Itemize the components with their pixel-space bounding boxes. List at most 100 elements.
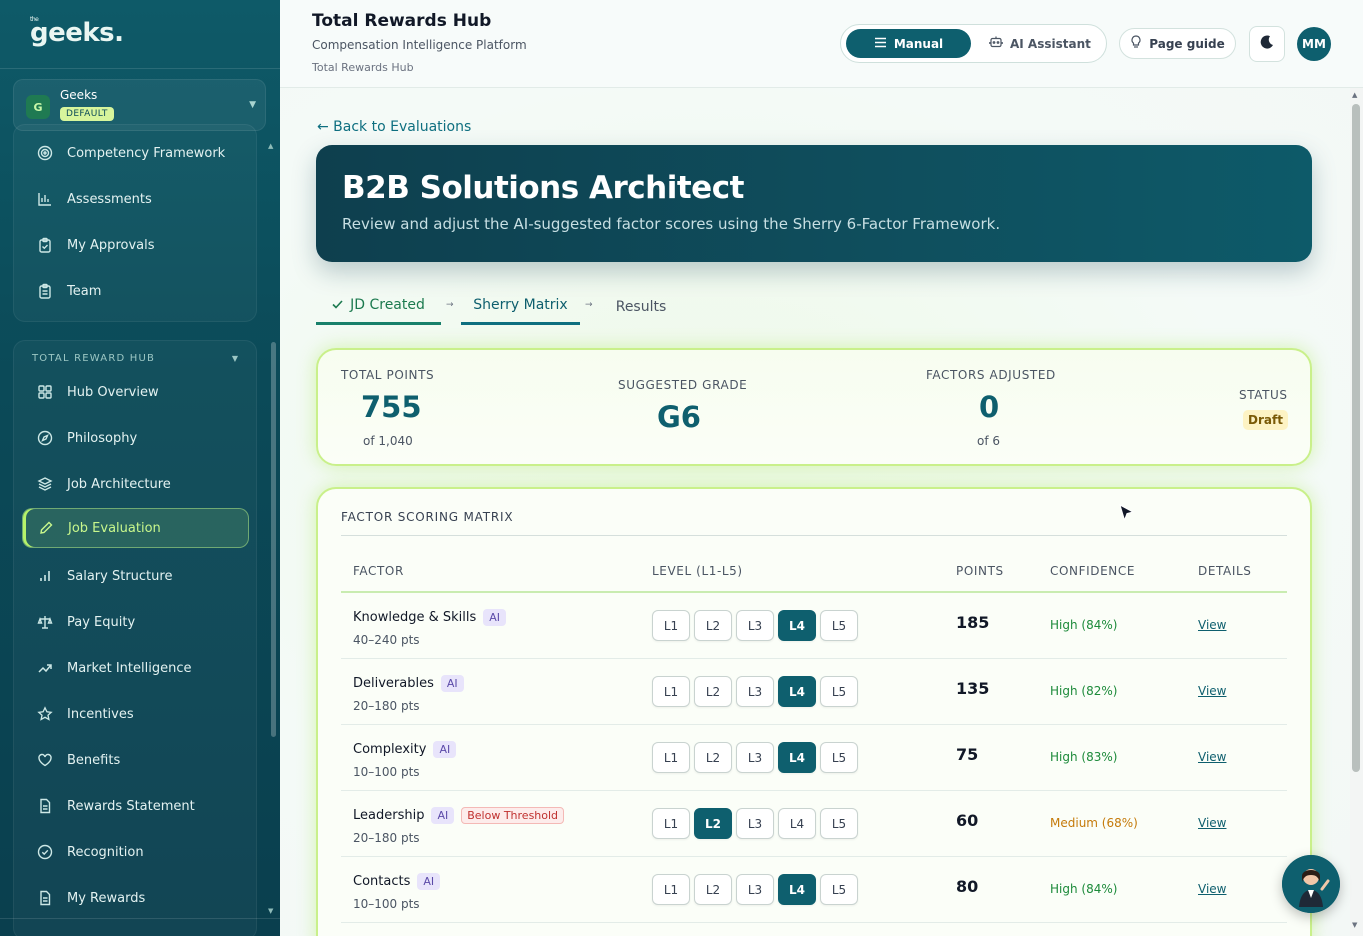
level-button-l3[interactable]: L3 [736, 610, 774, 641]
factor-points: 75 [956, 745, 979, 764]
level-button-l2[interactable]: L2 [694, 610, 732, 641]
factor-label: Deliverables [353, 676, 434, 691]
assistant-chat-button[interactable] [1282, 855, 1340, 913]
sidebar-item-benefits[interactable]: Benefits [22, 740, 249, 780]
tab-jd-created[interactable]: JD Created [316, 288, 441, 325]
level-selector: L1 L2 L3 L4 L5 [652, 676, 858, 707]
page-guide-button[interactable]: Page guide [1119, 28, 1236, 59]
sidebar-item-label: Market Intelligence [67, 660, 192, 676]
sidebar-item-my-approvals[interactable]: My Approvals [22, 225, 249, 265]
status-label: STATUS [1239, 388, 1288, 402]
sidebar-item-label: Assessments [67, 191, 152, 207]
level-button-l3[interactable]: L3 [736, 808, 774, 839]
progress-tabs: JD Created → Sherry Matrix → Results [316, 288, 716, 328]
level-button-l5[interactable]: L5 [820, 874, 858, 905]
sidebar-item-team[interactable]: Team [22, 271, 249, 311]
sidebar-item-hub-overview[interactable]: Hub Overview [22, 372, 249, 412]
pencil-icon [38, 520, 54, 536]
view-details-link[interactable]: View [1198, 684, 1226, 698]
column-header-points: POINTS [956, 564, 1004, 578]
grid-icon [37, 384, 53, 400]
manual-mode-button[interactable]: Manual [846, 29, 971, 58]
level-button-l2[interactable]: L2 [694, 808, 732, 839]
sidebar-item-incentives[interactable]: Incentives [22, 694, 249, 734]
sidebar-item-rewards-statement[interactable]: Rewards Statement [22, 786, 249, 826]
menu-icon [874, 37, 887, 51]
level-button-l2[interactable]: L2 [694, 874, 732, 905]
level-button-l5[interactable]: L5 [820, 676, 858, 707]
sidebar-item-recognition[interactable]: Recognition [22, 832, 249, 872]
factor-name: Complexity AI [353, 741, 457, 758]
total-points-label: TOTAL POINTS [341, 368, 435, 382]
level-button-l4[interactable]: L4 [778, 874, 816, 905]
scroll-up-icon[interactable]: ▲ [1352, 91, 1357, 99]
tab-sherry-matrix[interactable]: Sherry Matrix [461, 288, 580, 325]
sidebar-item-assessments[interactable]: Assessments [22, 179, 249, 219]
sidebar-item-philosophy[interactable]: Philosophy [22, 418, 249, 458]
confidence-value: High (84%) [1050, 882, 1118, 896]
main-scrollbar-thumb[interactable] [1352, 104, 1360, 772]
moon-icon [1258, 33, 1276, 55]
signal-bars-icon [37, 568, 53, 584]
level-button-l4[interactable]: L4 [778, 742, 816, 773]
sidebar-item-job-architecture[interactable]: Job Architecture [22, 464, 249, 504]
org-avatar: G [26, 95, 50, 119]
page-title: Total Rewards Hub [312, 11, 492, 31]
ai-assistant-mode-button[interactable]: AI Assistant [989, 29, 1094, 58]
sidebar-item-pay-equity[interactable]: Pay Equity [22, 602, 249, 642]
theme-toggle-button[interactable] [1249, 26, 1285, 62]
level-button-l1[interactable]: L1 [652, 874, 690, 905]
chevron-down-icon[interactable]: ▼ [232, 354, 238, 363]
level-button-l4[interactable]: L4 [778, 676, 816, 707]
sidebar-scrollbar[interactable] [271, 342, 276, 737]
user-avatar[interactable]: MM [1297, 27, 1331, 61]
level-button-l5[interactable]: L5 [820, 808, 858, 839]
sidebar-scroll-down-icon[interactable]: ▼ [268, 907, 273, 915]
clipboard-list-icon [37, 283, 53, 299]
level-button-l5[interactable]: L5 [820, 610, 858, 641]
level-button-l4[interactable]: L4 [778, 808, 816, 839]
level-button-l3[interactable]: L3 [736, 874, 774, 905]
sidebar-item-competency-framework[interactable]: Competency Framework [22, 133, 249, 173]
view-details-link[interactable]: View [1198, 750, 1226, 764]
top-header: Total Rewards Hub Compensation Intellige… [280, 0, 1363, 88]
job-title: B2B Solutions Architect [342, 170, 744, 206]
level-selector: L1 L2 L3 L4 L5 [652, 742, 858, 773]
view-details-link[interactable]: View [1198, 882, 1226, 896]
factor-name: Contacts AI [353, 873, 441, 890]
level-button-l5[interactable]: L5 [820, 742, 858, 773]
level-button-l1[interactable]: L1 [652, 610, 690, 641]
sidebar-item-label: Job Evaluation [68, 520, 161, 536]
sidebar-item-market-intelligence[interactable]: Market Intelligence [22, 648, 249, 688]
view-details-link[interactable]: View [1198, 618, 1226, 632]
breadcrumb[interactable]: Total Rewards Hub [312, 61, 414, 74]
total-points-max: of 1,040 [363, 434, 413, 448]
level-selector: L1 L2 L3 L4 L5 [652, 808, 858, 839]
level-button-l1[interactable]: L1 [652, 742, 690, 773]
back-to-evaluations-link[interactable]: ← Back to Evaluations [317, 119, 471, 135]
sidebar-item-my-rewards[interactable]: My Rewards [22, 878, 249, 918]
sidebar-item-label: Team [67, 283, 102, 299]
tab-results[interactable]: Results [606, 288, 676, 325]
level-button-l3[interactable]: L3 [736, 742, 774, 773]
ai-badge: AI [417, 873, 441, 890]
hero-banner: B2B Solutions Architect Review and adjus… [316, 145, 1312, 262]
level-button-l4[interactable]: L4 [778, 610, 816, 641]
level-button-l2[interactable]: L2 [694, 676, 732, 707]
sidebar-item-label: Competency Framework [67, 145, 226, 161]
level-button-l1[interactable]: L1 [652, 808, 690, 839]
level-selector: L1 L2 L3 L4 L5 [652, 610, 858, 641]
scroll-down-icon[interactable]: ▼ [1352, 921, 1357, 929]
sidebar-scroll-up-icon[interactable]: ▲ [268, 142, 273, 150]
sidebar-item-salary-structure[interactable]: Salary Structure [22, 556, 249, 596]
level-button-l1[interactable]: L1 [652, 676, 690, 707]
view-details-link[interactable]: View [1198, 816, 1226, 830]
level-button-l2[interactable]: L2 [694, 742, 732, 773]
app-logo[interactable]: the geeks. [30, 16, 124, 48]
bar-chart-icon [37, 191, 53, 207]
sidebar-item-job-evaluation[interactable]: Job Evaluation [22, 508, 249, 548]
level-button-l3[interactable]: L3 [736, 676, 774, 707]
nav-group-title: TOTAL REWARD HUB [32, 353, 156, 364]
confidence-value: High (84%) [1050, 618, 1118, 632]
sidebar-item-label: Rewards Statement [67, 798, 195, 814]
